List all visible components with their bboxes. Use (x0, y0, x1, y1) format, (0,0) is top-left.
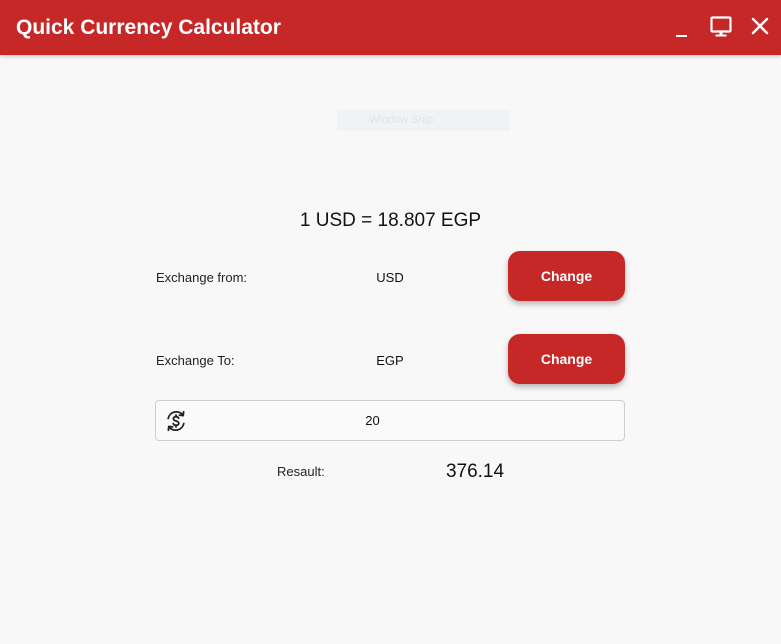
exchange-rate-display: 1 USD = 18.807 EGP (299, 210, 482, 231)
exchange-to-label: Exchange To: (156, 353, 235, 368)
close-icon (751, 17, 769, 35)
exchange-from-currency: USD (376, 270, 404, 285)
amount-input[interactable] (160, 402, 585, 439)
change-to-button[interactable]: Change (508, 334, 625, 384)
window-snip-tooltip: Window Snip (337, 110, 510, 131)
amount-field[interactable] (155, 400, 625, 441)
change-from-button[interactable]: Change (508, 251, 625, 301)
app-title: Quick Currency Calculator (16, 16, 281, 39)
exchange-from-label: Exchange from: (156, 270, 248, 285)
result-label: Resault: (277, 464, 325, 479)
result-value: 376.14 (445, 461, 505, 482)
title-bar: Quick Currency Calculator (0, 0, 781, 55)
close-button[interactable] (747, 14, 773, 40)
maximize-button[interactable] (708, 14, 734, 40)
monitor-icon (710, 16, 732, 37)
exchange-to-currency: EGP (376, 353, 404, 368)
minimize-icon (676, 35, 687, 37)
minimize-button[interactable] (668, 14, 694, 40)
